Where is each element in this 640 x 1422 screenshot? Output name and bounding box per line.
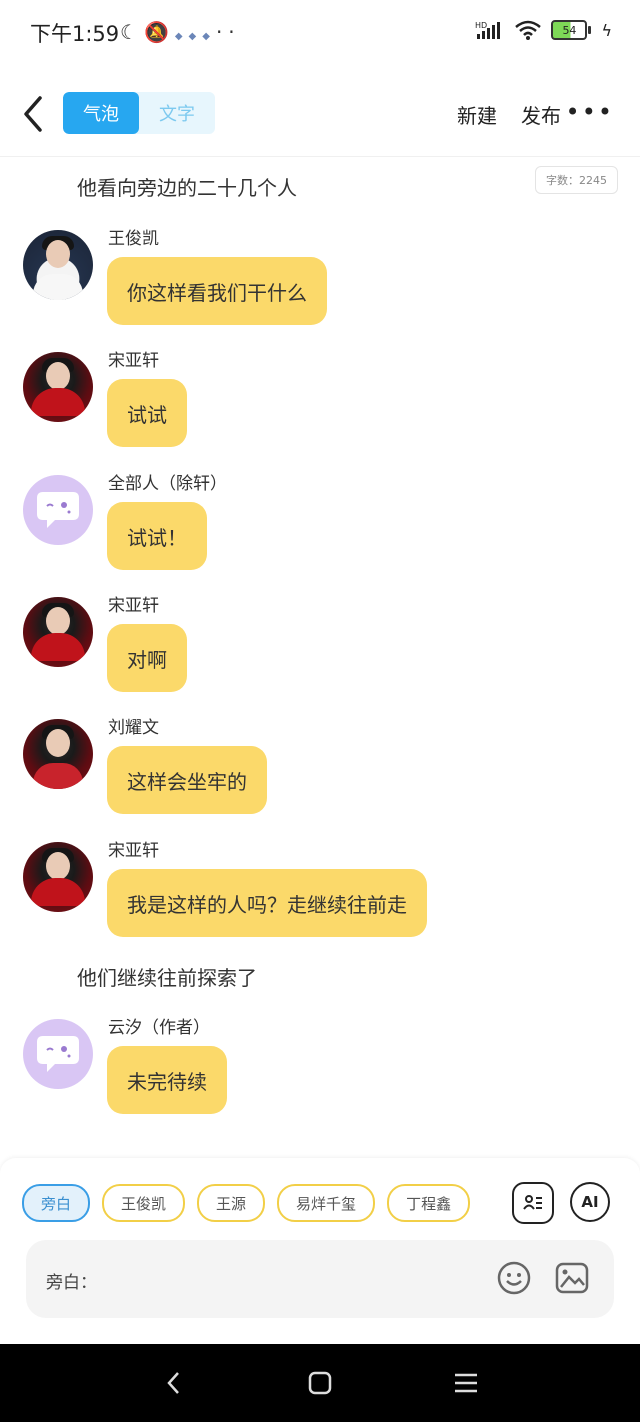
charging-icon: ϟ <box>601 20 612 40</box>
narration-text[interactable]: 他看向旁边的二十几个人 <box>77 172 297 201</box>
speaker-name: 宋亚轩 <box>108 596 159 616</box>
speaker-name: 宋亚轩 <box>108 841 159 861</box>
role-chip[interactable]: 丁程鑫 <box>387 1184 471 1222</box>
role-chip[interactable]: 易烊千玺 <box>277 1184 376 1222</box>
status-bar: 下午1:59 ☾🔕◆◆◆·· HD 54 ϟ <box>0 0 640 64</box>
editor-header: 气泡 文字 新建 发布 ••• <box>0 80 640 157</box>
ai-button[interactable]: AI <box>570 1182 610 1222</box>
role-chip[interactable]: 王源 <box>197 1184 266 1222</box>
speaker-name: 全部人（除轩） <box>108 474 227 494</box>
wifi-icon <box>515 20 542 40</box>
mute-bell-icon: 🔕 <box>143 20 175 44</box>
character-card-button[interactable] <box>512 1182 554 1224</box>
nav-recents-icon[interactable] <box>451 1368 481 1398</box>
avatar[interactable] <box>23 597 93 667</box>
avatar[interactable] <box>23 352 93 422</box>
image-icon[interactable] <box>554 1260 590 1296</box>
narration-text[interactable]: 他们继续往前探索了 <box>77 962 257 991</box>
message-bubble[interactable]: 试试 <box>107 379 187 447</box>
emoji-icon[interactable] <box>496 1260 532 1296</box>
chat-bot-icon <box>37 492 79 528</box>
svg-text:HD: HD <box>475 21 487 30</box>
moon-icon: ☾ <box>120 20 144 44</box>
avatar[interactable] <box>23 230 93 300</box>
nav-back-icon[interactable] <box>160 1368 190 1398</box>
signal-icon: HD <box>475 21 501 39</box>
chat-bot-icon <box>37 1036 79 1072</box>
avatar[interactable] <box>23 1019 93 1089</box>
mode-toggle: 气泡 文字 <box>63 92 215 134</box>
input-speaker-label: 旁白： <box>46 1273 97 1293</box>
dialogue-input[interactable]: 旁白： <box>26 1240 614 1318</box>
tab-text[interactable]: 文字 <box>139 92 215 134</box>
battery-level: 54 <box>562 23 577 37</box>
speaker-name: 王俊凯 <box>108 229 159 249</box>
new-button[interactable]: 新建 <box>457 100 497 129</box>
notification-dot-icon: ◆ <box>202 31 216 42</box>
role-chip-narrator[interactable]: 旁白 <box>22 1184 91 1222</box>
more-options-icon[interactable]: ••• <box>566 98 614 126</box>
notification-dot-icon: ◆ <box>174 31 189 42</box>
more-notifications-icon: ·· <box>215 20 241 44</box>
role-chips: 旁白 王俊凯 王源 易烊千玺 丁程鑫 <box>22 1184 471 1222</box>
input-panel: 旁白 王俊凯 王源 易烊千玺 丁程鑫 AI 旁白： <box>0 1158 640 1344</box>
nav-home-icon[interactable] <box>305 1368 335 1398</box>
message-bubble[interactable]: 对啊 <box>107 624 187 692</box>
system-nav-bar <box>0 1344 640 1422</box>
avatar[interactable] <box>23 475 93 545</box>
status-notification-icons: ☾🔕◆◆◆·· <box>120 20 241 44</box>
word-count-badge: 字数：2245 <box>535 166 618 194</box>
speaker-name: 刘耀文 <box>108 718 159 738</box>
message-bubble[interactable]: 你这样看我们干什么 <box>107 257 327 325</box>
status-system-icons: HD 54 ϟ <box>475 20 612 40</box>
publish-button[interactable]: 发布 <box>521 100 561 129</box>
message-bubble[interactable]: 试试！ <box>107 502 207 570</box>
message-bubble[interactable]: 我是这样的人吗？走继续往前走 <box>107 869 427 937</box>
battery-icon: 54 <box>551 20 592 40</box>
message-bubble[interactable]: 这样会坐牢的 <box>107 746 267 814</box>
character-card-icon <box>523 1195 542 1210</box>
notification-dot-icon: ◆ <box>188 31 203 42</box>
speaker-name: 云汐（作者） <box>108 1018 210 1038</box>
speaker-name: 宋亚轩 <box>108 351 159 371</box>
back-icon[interactable] <box>18 94 50 134</box>
avatar[interactable] <box>23 842 93 912</box>
tab-bubble[interactable]: 气泡 <box>63 92 139 134</box>
status-time: 下午1:59 <box>30 22 120 46</box>
role-chip[interactable]: 王俊凯 <box>102 1184 186 1222</box>
avatar[interactable] <box>23 719 93 789</box>
message-bubble[interactable]: 未完待续 <box>107 1046 227 1114</box>
